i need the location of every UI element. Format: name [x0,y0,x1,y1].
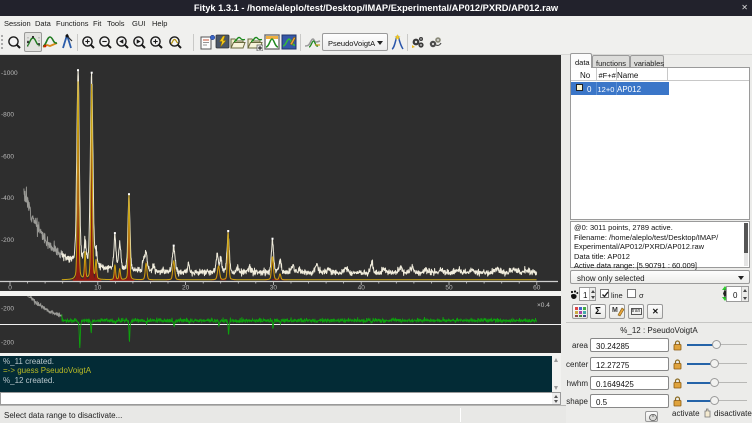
svg-text:-200: -200 [1,237,14,244]
svg-text:-400: -400 [1,195,14,202]
svg-text:-600: -600 [1,153,14,160]
svg-text:-200: -200 [1,340,14,347]
svg-text:-1000: -1000 [1,70,18,77]
svg-text:-800: -800 [1,112,14,119]
svg-text:-200: -200 [1,306,14,313]
svg-text:×0.4: ×0.4 [537,302,550,309]
